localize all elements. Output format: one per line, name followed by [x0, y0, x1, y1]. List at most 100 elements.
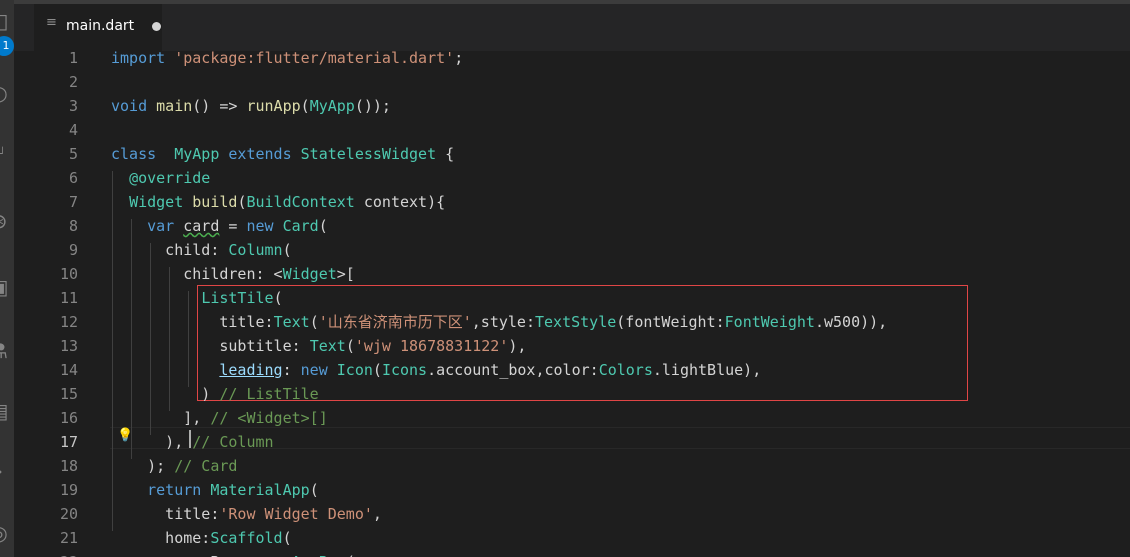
code-line[interactable]: subtitle: Text('wjw 18678831122'),: [111, 334, 526, 358]
tab-main-dart[interactable]: ≡ main.dart: [34, 4, 162, 51]
terminal-icon[interactable]: ›: [0, 460, 10, 482]
code-editor[interactable]: 💡 1 import 'package:flutter/material.dart…: [14, 51, 1130, 557]
line-number: 22: [14, 550, 78, 557]
code-token: Card: [282, 217, 319, 235]
code-line[interactable]: void main() => runApp(MyApp());: [111, 94, 391, 118]
code-token: import: [111, 51, 166, 67]
line-number: 15: [59, 385, 78, 403]
line-number: 10: [59, 265, 78, 283]
code-token: (: [282, 529, 292, 547]
code-token: =: [219, 217, 247, 235]
code-token: ),: [508, 337, 527, 355]
code-line[interactable]: ), // Column: [111, 430, 273, 454]
code-line[interactable]: ], // <Widget>[]: [111, 406, 328, 430]
tab-label: main.dart: [66, 18, 135, 34]
test-icon[interactable]: ⚗: [0, 340, 10, 362]
code-token: class: [111, 145, 157, 163]
line-number: 13: [59, 337, 78, 355]
code-line[interactable]: ); // Card: [111, 454, 237, 478]
debug-icon[interactable]: ⊛: [0, 210, 10, 232]
code-token: title:: [111, 313, 274, 331]
code-line[interactable]: appBar: new AppBar(: [111, 550, 355, 557]
unsaved-dot-icon[interactable]: [152, 22, 161, 31]
code-token: (: [282, 241, 292, 259]
code-token: home:: [111, 529, 211, 547]
code-token: Colors: [598, 361, 653, 379]
code-line[interactable]: child: Column(: [111, 238, 292, 262]
code-token: Icons: [381, 361, 428, 379]
code-token: Scaffold: [210, 529, 283, 547]
code-token: .w500)),: [814, 313, 888, 331]
code-token: Text: [273, 313, 310, 331]
remote-icon[interactable]: ▤: [0, 400, 10, 422]
code-line[interactable]: title:Text('山东省济南市历下区',style:TextStyle(f…: [111, 310, 887, 334]
line-number: 5: [68, 145, 78, 163]
line-number: 16: [59, 409, 78, 427]
code-token: (: [346, 553, 355, 557]
code-token: MyApp: [309, 97, 355, 115]
code-token: 'Row Widget Demo': [219, 505, 373, 523]
code-token: child:: [111, 241, 229, 259]
line-number: 20: [59, 505, 78, 523]
code-token: context){: [354, 193, 446, 211]
code-token: new: [256, 553, 283, 557]
code-line[interactable]: home:Scaffold(: [111, 526, 292, 550]
code-token: BuildContext: [246, 193, 355, 211]
tab-bar: ≡ main.dart: [14, 0, 1130, 51]
code-token: subtitle:: [111, 337, 310, 355]
code-token: (: [300, 97, 310, 115]
code-token: Column: [228, 241, 283, 259]
code-token: 'package:flutter/material.dart': [174, 51, 455, 67]
code-token: (: [273, 289, 283, 307]
code-line[interactable]: children: <Widget>[: [111, 262, 355, 286]
extensions-icon[interactable]: ▣: [0, 276, 10, 298]
code-token: );: [111, 457, 175, 475]
code-line[interactable]: @override: [111, 166, 210, 190]
code-line[interactable]: leading: new Icon(Icons.account_box,colo…: [111, 358, 761, 382]
code-token: MaterialApp: [210, 481, 310, 499]
line-number: 17: [59, 433, 78, 451]
account-icon[interactable]: ◎: [0, 522, 10, 544]
code-line[interactable]: return MaterialApp(: [111, 478, 319, 502]
code-line[interactable]: title:'Row Widget Demo',: [111, 502, 382, 526]
code-line[interactable]: ) // ListTile: [111, 382, 319, 406]
line-number: 6: [68, 169, 78, 187]
code-token: new: [300, 361, 328, 379]
code-line[interactable]: import 'package:flutter/material.dart';: [111, 51, 463, 70]
code-token: ;: [454, 51, 464, 67]
explorer-icon[interactable]: ◧: [0, 10, 10, 32]
code-token: appBar:: [111, 553, 256, 557]
code-token: // Card: [174, 457, 238, 475]
code-token: Text: [309, 337, 346, 355]
code-line[interactable]: var card = new Card(: [111, 214, 328, 238]
code-token: leading: [219, 361, 283, 379]
code-line[interactable]: Widget build(BuildContext context){: [111, 190, 445, 214]
line-number: 21: [59, 529, 78, 547]
code-token: ],: [111, 409, 211, 427]
code-token: >[: [336, 265, 355, 283]
code-token: ,: [372, 505, 382, 523]
code-token: main: [156, 97, 193, 115]
line-number: 4: [68, 121, 78, 139]
code-token: Icon: [336, 361, 373, 379]
search-icon[interactable]: ○: [0, 82, 10, 104]
code-token: TextStyle: [535, 313, 617, 331]
code-token: // ListTile: [219, 385, 319, 403]
code-token: AppBar: [292, 553, 346, 557]
line-number: 2: [68, 73, 78, 91]
code-token: (fontWeight:: [616, 313, 725, 331]
code-line[interactable]: ListTile(: [111, 286, 283, 310]
notification-badge: 1: [0, 36, 14, 56]
source-control-icon[interactable]: ⑂: [0, 142, 10, 164]
code-token: () =>: [192, 97, 247, 115]
code-token: 'wjw 18678831122': [354, 337, 509, 355]
line-number: 1: [68, 51, 78, 67]
code-line[interactable]: class MyApp extends StatelessWidget {: [111, 142, 454, 166]
code-token: return: [147, 481, 202, 499]
